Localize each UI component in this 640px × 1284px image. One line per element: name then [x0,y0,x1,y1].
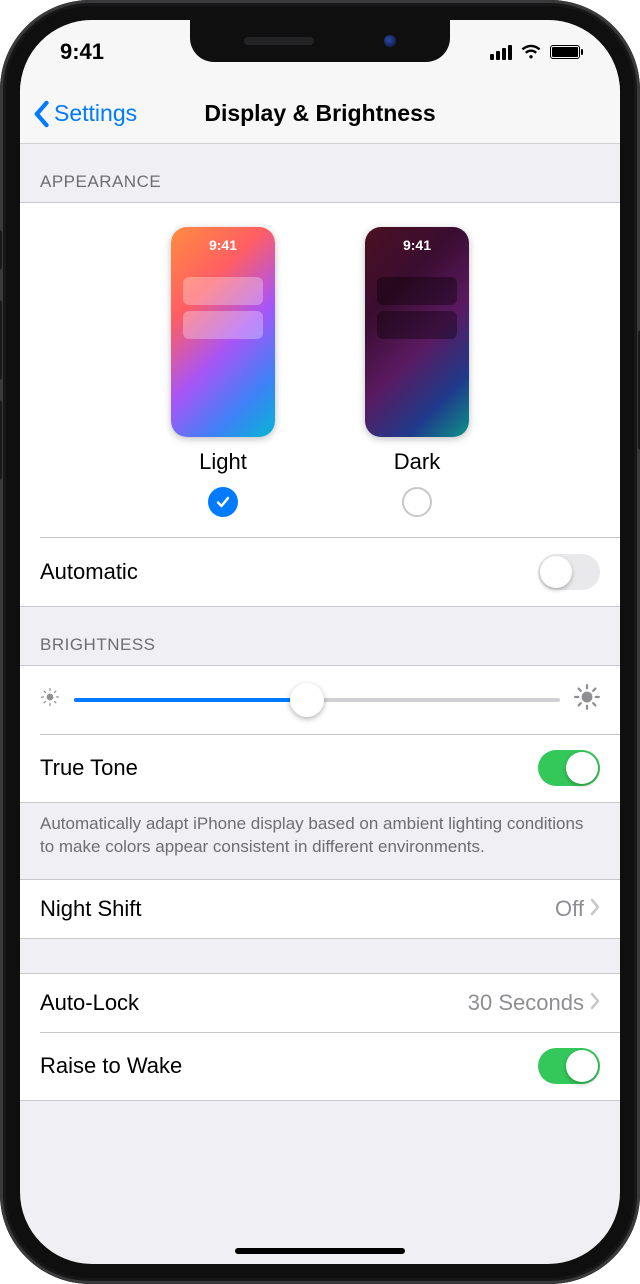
automatic-row: Automatic [20,538,620,606]
chevron-left-icon [32,100,50,128]
sun-max-icon [574,684,600,715]
night-shift-label: Night Shift [40,896,142,922]
appearance-section-header: APPEARANCE [20,144,620,202]
raise-to-wake-row: Raise to Wake [20,1032,620,1100]
appearance-option-light[interactable]: 9:41 Light [171,227,275,517]
volume-up-button [0,300,2,380]
preview-time-dark: 9:41 [365,237,469,253]
iphone-device-frame: 9:41 Settings Display & Brightness APPEA… [0,0,640,1284]
appearance-option-dark[interactable]: 9:41 Dark [365,227,469,517]
raise-to-wake-toggle[interactable] [538,1048,600,1084]
volume-down-button [0,400,2,480]
back-button[interactable]: Settings [20,100,137,128]
auto-lock-label: Auto-Lock [40,990,139,1016]
true-tone-description: Automatically adapt iPhone display based… [20,803,620,879]
night-shift-value: Off [555,896,584,922]
appearance-group: 9:41 Light 9:41 Dark [20,202,620,607]
dark-radio-unchecked[interactable] [402,487,432,517]
light-label: Light [199,449,247,475]
back-label: Settings [54,100,137,127]
brightness-slider[interactable] [74,684,560,716]
nav-bar: Settings Display & Brightness [20,84,620,144]
status-icons [490,44,580,60]
sun-min-icon [40,687,60,712]
light-mode-preview: 9:41 [171,227,275,437]
wifi-icon [520,44,542,60]
battery-icon [550,45,580,59]
screen: 9:41 Settings Display & Brightness APPEA… [20,20,620,1264]
dark-mode-preview: 9:41 [365,227,469,437]
automatic-label: Automatic [40,559,138,585]
true-tone-toggle[interactable] [538,750,600,786]
dark-label: Dark [394,449,440,475]
brightness-group: True Tone [20,665,620,804]
speaker-grille [244,37,314,45]
brightness-section-header: BRIGHTNESS [20,607,620,665]
notch [190,20,450,62]
night-shift-row[interactable]: Night Shift Off [20,880,620,938]
home-indicator[interactable] [235,1248,405,1254]
automatic-toggle[interactable] [538,554,600,590]
chevron-right-icon [590,896,600,922]
appearance-options-row: 9:41 Light 9:41 Dark [20,203,620,537]
light-radio-checked[interactable] [208,487,238,517]
true-tone-row: True Tone [20,734,620,802]
raise-to-wake-label: Raise to Wake [40,1053,182,1079]
night-shift-group: Night Shift Off [20,879,620,939]
mute-switch [0,230,2,270]
checkmark-icon [215,494,231,510]
auto-lock-row[interactable]: Auto-Lock 30 Seconds [20,974,620,1032]
front-camera [384,35,396,47]
lock-group: Auto-Lock 30 Seconds Raise to Wake [20,973,620,1102]
auto-lock-value: 30 Seconds [468,990,584,1016]
content-scroll[interactable]: APPEARANCE 9:41 Light [20,144,620,1264]
status-time: 9:41 [60,39,104,65]
true-tone-label: True Tone [40,755,138,781]
preview-time-light: 9:41 [171,237,275,253]
cellular-signal-icon [490,45,512,60]
brightness-slider-row [20,666,620,734]
chevron-right-icon [590,990,600,1016]
